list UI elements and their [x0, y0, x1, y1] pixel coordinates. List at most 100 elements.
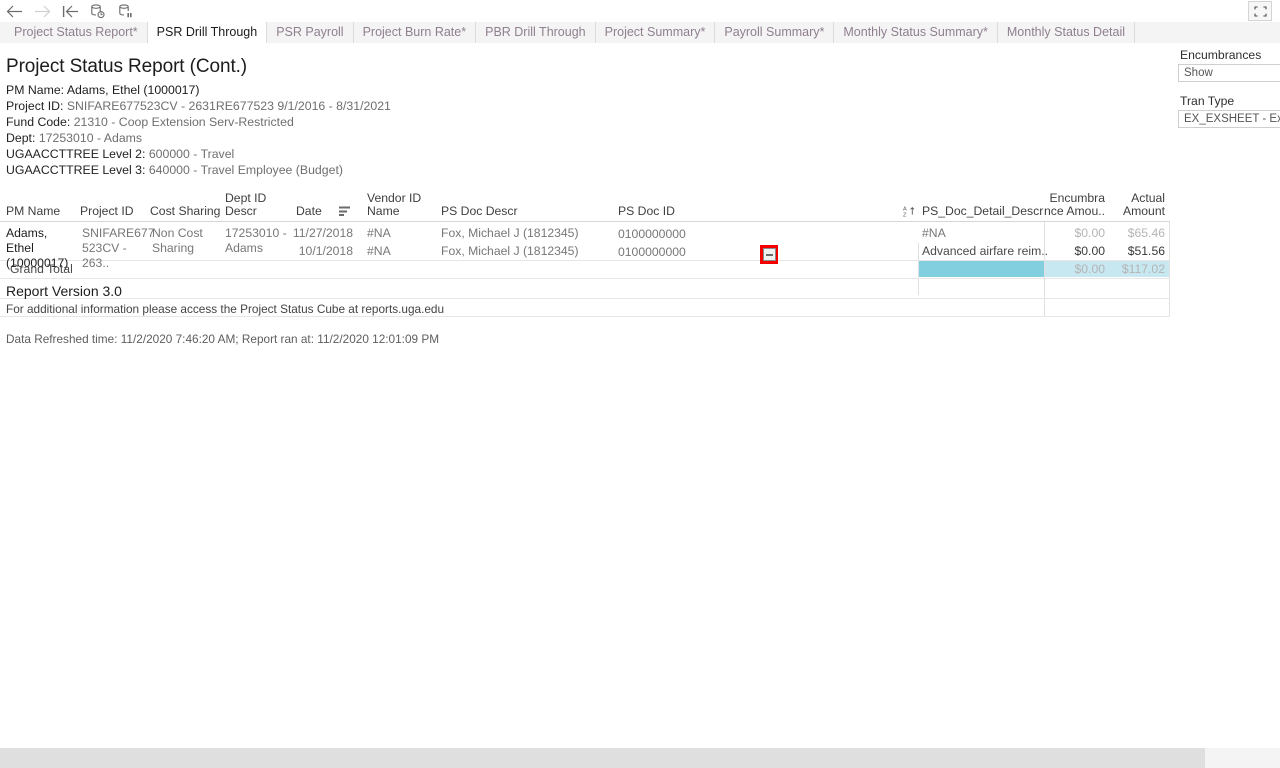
meta-project-id: Project ID: SNIFARE677523CV - 2631RE6775…	[6, 99, 391, 113]
sort-alpha-ascending-glyph: A Z	[903, 206, 915, 218]
meta-level2-label: UGAACCTTREE Level 2:	[6, 147, 146, 161]
grand-total-encumbrance: $0.00	[1074, 262, 1106, 276]
tab-project-burn-rate[interactable]: Project Burn Rate*	[353, 22, 477, 43]
cell-vendor-id-name-row1: #NA	[367, 226, 391, 240]
cell-ps-doc-descr-row1: Fox, Michael J (1812345)	[441, 226, 579, 240]
cell-actual-row2: $51.56	[1127, 244, 1165, 258]
cell-encumbrance-row2: $0.00	[1074, 244, 1106, 258]
column-header-dept-id-descr[interactable]: Dept ID Descr	[225, 192, 266, 218]
scrollbar-track[interactable]	[0, 748, 1268, 768]
tab-project-status-report[interactable]: Project Status Report*	[5, 22, 148, 43]
meta-fund-code: Fund Code: 21310 - Coop Extension Serv-R…	[6, 115, 294, 129]
row-separator-4	[0, 316, 1170, 317]
cell-project-id: SNIFARE677 523CV - 263..	[82, 226, 155, 270]
header-rule	[0, 221, 1170, 222]
tab-psr-drill-through[interactable]: PSR Drill Through	[146, 22, 268, 43]
column-divider-detail	[918, 243, 919, 295]
cell-vendor-id-name-row2: #NA	[367, 244, 391, 258]
tab-monthly-status-summary[interactable]: Monthly Status Summary*	[834, 22, 998, 43]
meta-pm-name-value: Adams, Ethel (1000017)	[66, 83, 200, 97]
collapse-minus-icon[interactable]	[760, 245, 778, 264]
column-header-actual-amount[interactable]: Actual Amount	[1108, 192, 1165, 218]
sort-alpha-ascending-icon[interactable]: A Z	[903, 205, 917, 218]
refresh-datasource-glyph	[91, 3, 105, 18]
scrollbar-thumb[interactable]	[0, 748, 1205, 768]
cell-date-row1: 11/27/2018	[292, 226, 353, 240]
cell-cost-sharing: Non Cost Sharing	[152, 226, 203, 255]
report-timestamps: Data Refreshed time: 11/2/2020 7:46:20 A…	[6, 332, 440, 346]
meta-level2-value: 600000 - Travel	[148, 147, 235, 161]
grand-total-actual: $117.02	[1121, 262, 1165, 276]
meta-level3-label: UGAACCTTREE Level 3:	[6, 163, 146, 177]
meta-dept-label: Dept:	[6, 131, 36, 145]
filter-encumbrances-label: Encumbrances	[1180, 48, 1262, 62]
report-version: Report Version 3.0	[6, 283, 122, 299]
drill-through-table: PM Name Project ID Cost Sharing Dept ID …	[0, 188, 1175, 317]
meta-pm-name: PM Name: Adams, Ethel (1000017)	[6, 83, 199, 97]
highlight-detail-cell	[919, 260, 1044, 277]
cell-ps-doc-id-row2: 0100000000	[618, 245, 686, 259]
row-separator-1	[0, 260, 1170, 261]
filter-encumbrances-select[interactable]: Show	[1178, 64, 1280, 82]
meta-pm-name-label: PM Name:	[6, 83, 65, 97]
meta-project-id-label: Project ID:	[6, 99, 64, 113]
page-title: Project Status Report (Cont.)	[6, 56, 248, 77]
column-header-ps-doc-descr[interactable]: PS Doc Descr	[441, 205, 518, 218]
tab-monthly-status-detail[interactable]: Monthly Status Detail	[997, 22, 1135, 43]
filter-panel: Encumbrances Show Tran Type EX_EXSHEET -…	[1175, 43, 1280, 743]
sort-descending-icon[interactable]	[338, 205, 352, 217]
meta-dept-value: 17253010 - Adams	[38, 131, 143, 145]
column-header-ps-doc-id[interactable]: PS Doc ID	[618, 205, 675, 218]
row-separator-3	[0, 298, 1170, 299]
tab-payroll-summary[interactable]: Payroll Summary*	[715, 22, 835, 43]
column-header-encumbrance-amount[interactable]: Encumbra nce Amou..	[1043, 192, 1105, 218]
tab-psr-payroll[interactable]: PSR Payroll	[267, 22, 354, 43]
application-window: Project Status Report* PSR Drill Through…	[0, 0, 1280, 768]
meta-dept: Dept: 17253010 - Adams	[6, 131, 142, 145]
revert-to-start-glyph	[62, 5, 78, 17]
top-toolbar	[0, 0, 1280, 23]
cell-ps-doc-descr-row2: Fox, Michael J (1812345)	[441, 244, 579, 258]
revert-icon[interactable]	[56, 1, 84, 21]
svg-text:Z: Z	[903, 212, 907, 217]
cell-date-row2: 10/1/2018	[298, 244, 353, 258]
row-separator-2	[0, 278, 1170, 279]
horizontal-scrollbar[interactable]	[0, 748, 1280, 768]
filter-tran-type-label: Tran Type	[1180, 94, 1235, 108]
tab-project-summary[interactable]: Project Summary*	[595, 22, 716, 43]
meta-ugaaccttree-level-3: UGAACCTTREE Level 3: 640000 - Travel Emp…	[6, 163, 343, 177]
cell-detail-descr-row1: #NA	[922, 226, 946, 240]
column-header-project-id[interactable]: Project ID	[80, 205, 134, 218]
sort-descending-glyph	[339, 206, 350, 216]
report-info-note: For additional information please access…	[6, 302, 445, 316]
meta-fund-code-label: Fund Code:	[6, 115, 71, 129]
cell-ps-doc-id-row1: 0100000000	[618, 227, 686, 241]
refresh-icon[interactable]	[84, 1, 112, 21]
column-header-vendor-id-name[interactable]: Vendor ID Name	[367, 192, 421, 218]
column-header-cost-sharing[interactable]: Cost Sharing	[150, 205, 220, 218]
column-header-ps-doc-detail-descr[interactable]: PS_Doc_Detail_Descr	[922, 205, 1043, 218]
dashboard-tab-strip: Project Status Report* PSR Drill Through…	[0, 22, 1280, 44]
meta-level3-value: 640000 - Travel Employee (Budget)	[148, 163, 343, 177]
meta-project-id-value: SNIFARE677523CV - 2631RE677523 9/1/2016 …	[66, 99, 391, 113]
table-header-row: PM Name Project ID Cost Sharing Dept ID …	[0, 188, 1175, 222]
pause-icon[interactable]	[112, 1, 140, 21]
pause-auto-updates-glyph	[119, 3, 132, 17]
tab-pbr-drill-through[interactable]: PBR Drill Through	[476, 22, 596, 43]
fullscreen-icon[interactable]	[1248, 1, 1272, 21]
cell-detail-descr-row2: Advanced airfare reim..	[922, 244, 1048, 258]
back-arrow-glyph	[6, 5, 22, 17]
collapse-minus-glyph	[762, 248, 776, 261]
meta-ugaaccttree-level-2: UGAACCTTREE Level 2: 600000 - Travel	[6, 147, 234, 161]
meta-fund-code-value: 21310 - Coop Extension Serv-Restricted	[73, 115, 294, 129]
column-header-date[interactable]: Date	[296, 205, 322, 218]
cell-encumbrance-row1: $0.00	[1074, 226, 1106, 240]
fullscreen-glyph	[1253, 5, 1267, 17]
table-right-edge	[1169, 222, 1170, 316]
cell-actual-row1: $65.46	[1127, 226, 1165, 240]
column-header-pm-name[interactable]: PM Name	[6, 205, 60, 218]
forward-icon	[28, 1, 56, 21]
back-icon[interactable]	[0, 1, 28, 21]
filter-tran-type-select[interactable]: EX_EXSHEET - Exp	[1178, 110, 1280, 128]
grand-total-label: Grand Total	[10, 262, 73, 276]
